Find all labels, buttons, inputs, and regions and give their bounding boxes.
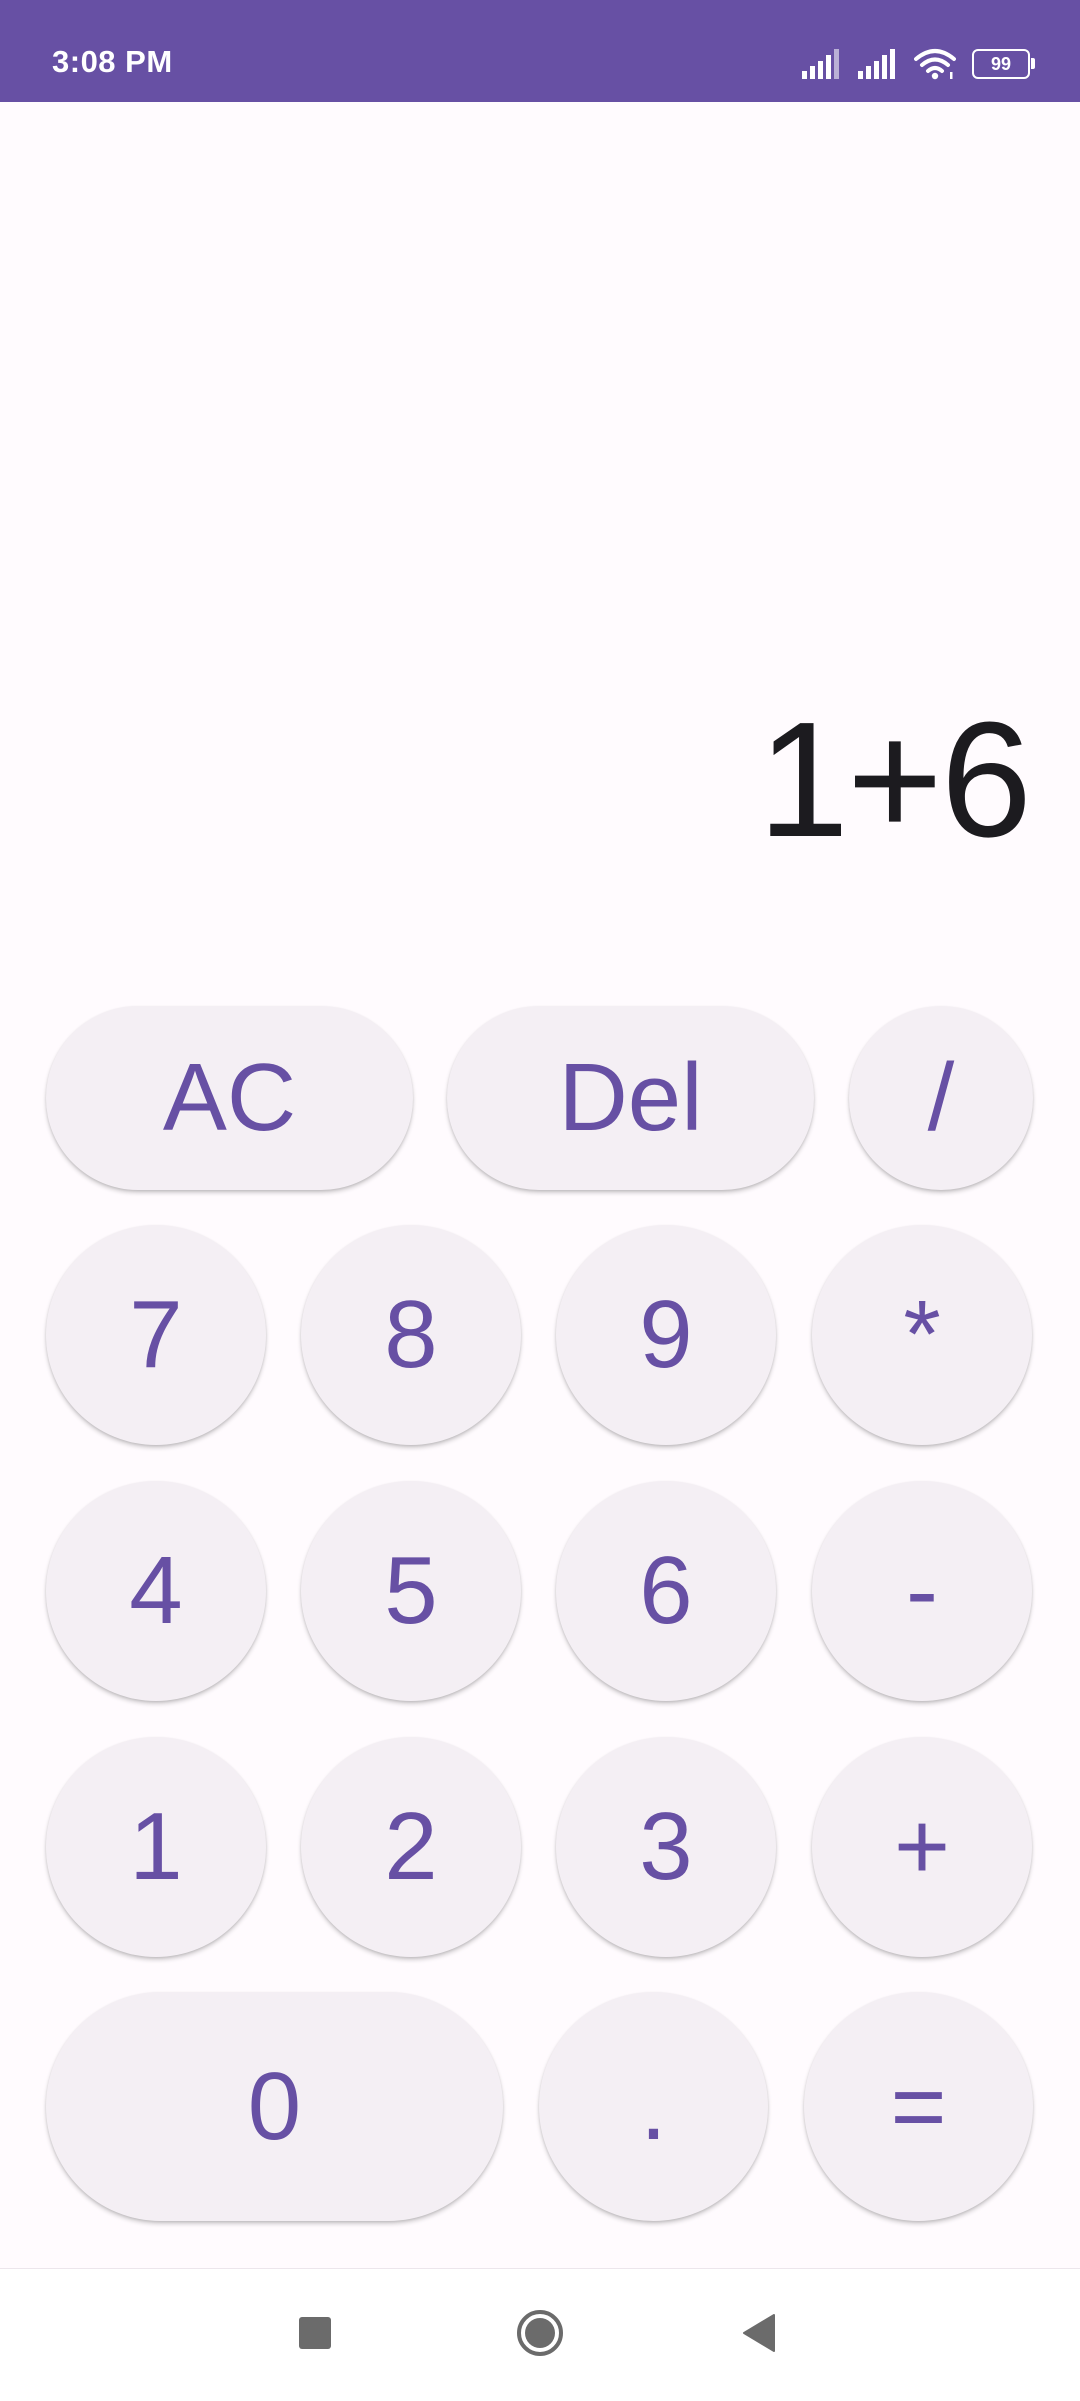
back-button[interactable] (726, 2303, 790, 2367)
signal-icon (858, 49, 898, 79)
subtract-button[interactable]: - (812, 1481, 1032, 1701)
digit-0-button[interactable]: 0 (46, 1992, 503, 2221)
divide-button[interactable]: / (849, 1006, 1033, 1190)
battery-level: 99 (972, 49, 1030, 79)
back-icon (740, 2313, 776, 2358)
digit-8-button[interactable]: 8 (301, 1225, 521, 1445)
digit-2-button[interactable]: 2 (301, 1737, 521, 1957)
battery-tip (1031, 58, 1035, 69)
expression-display: 1+6 (757, 688, 1032, 871)
navigation-bar (0, 2268, 1080, 2401)
delete-button[interactable]: Del (447, 1006, 814, 1190)
digit-9-button[interactable]: 9 (556, 1225, 776, 1445)
battery-icon: 99 (972, 49, 1036, 79)
status-bar: 3:08 PM 99 (0, 0, 1080, 102)
decimal-button[interactable]: . (539, 1992, 768, 2221)
digit-7-button[interactable]: 7 (46, 1225, 266, 1445)
digit-5-button[interactable]: 5 (301, 1481, 521, 1701)
equals-button[interactable]: = (804, 1992, 1033, 2221)
recents-button[interactable] (283, 2303, 347, 2367)
multiply-button[interactable]: * (812, 1225, 1032, 1445)
digit-3-button[interactable]: 3 (556, 1737, 776, 1957)
home-icon (515, 2308, 565, 2363)
digit-4-button[interactable]: 4 (46, 1481, 266, 1701)
clear-all-button[interactable]: AC (46, 1006, 413, 1190)
status-time: 3:08 PM (52, 44, 173, 79)
add-button[interactable]: + (812, 1737, 1032, 1957)
home-button[interactable] (508, 2303, 572, 2367)
digit-6-button[interactable]: 6 (556, 1481, 776, 1701)
status-icons: 99 (802, 44, 1036, 84)
signal-icon (802, 49, 842, 79)
recents-icon (298, 2316, 332, 2355)
digit-1-button[interactable]: 1 (46, 1737, 266, 1957)
wifi-icon (914, 48, 956, 80)
